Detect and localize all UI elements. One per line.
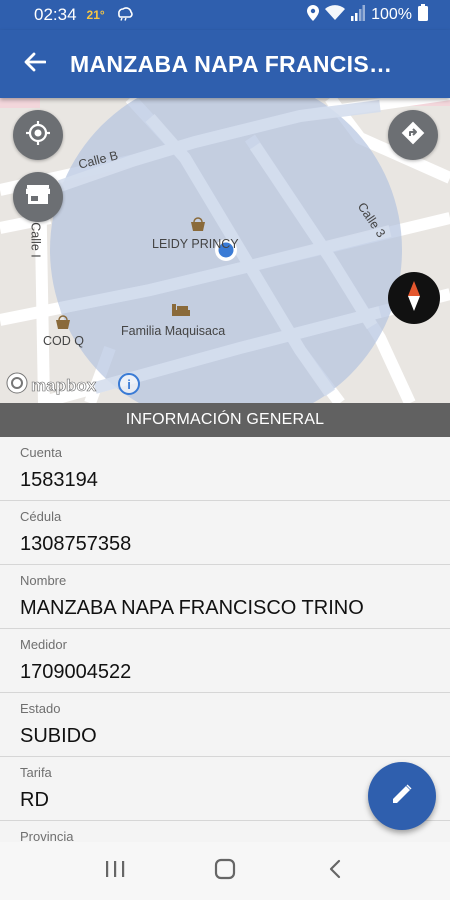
edit-pencil-icon [390, 782, 414, 811]
field-value: SUBIDO [20, 725, 97, 747]
mapbox-wordmark: mapbox [31, 375, 97, 395]
compass-button[interactable] [388, 272, 440, 324]
system-nav-bar [0, 842, 450, 900]
wifi-icon [325, 4, 346, 26]
field-label: Provincia [20, 829, 74, 841]
map-info-button[interactable]: i [118, 373, 140, 395]
field-label: Cédula [20, 509, 62, 524]
store-icon [26, 184, 50, 211]
field-cedula: Cédula 1308757358 [0, 501, 450, 565]
page-title: MANZABA NAPA FRANCISCO TRINO [70, 50, 400, 77]
back-icon [328, 859, 342, 884]
field-label: Tarifa [20, 765, 52, 780]
app-bar: MANZABA NAPA FRANCISCO TRINO [0, 30, 450, 98]
place-label-familia: Familia Maquisaca [121, 324, 226, 338]
back-button[interactable] [0, 30, 70, 98]
my-location-button[interactable] [13, 110, 63, 160]
directions-button[interactable] [388, 110, 438, 160]
location-icon [307, 4, 320, 26]
nav-back-button[interactable] [305, 851, 365, 891]
battery-percent: 100% [371, 6, 412, 23]
field-value: 1583194 [20, 469, 98, 491]
map-view[interactable]: Calle B Calle 3 Calle I LEIDY PRINCY Fam… [0, 98, 450, 403]
mapbox-icon [6, 372, 28, 399]
field-estado: Estado SUBIDO [0, 693, 450, 757]
field-cuenta: Cuenta 1583194 [0, 437, 450, 501]
field-value: 1308757358 [20, 533, 132, 555]
field-medidor: Medidor 1709004522 [0, 629, 450, 693]
arrow-back-icon [24, 52, 47, 77]
field-label: Medidor [20, 637, 67, 652]
recent-apps-button[interactable] [85, 851, 145, 891]
compass-icon [404, 280, 424, 316]
my-location-icon [25, 120, 51, 151]
field-label: Estado [20, 701, 61, 716]
home-button[interactable] [195, 851, 255, 891]
weather-icon [115, 5, 133, 26]
directions-icon [401, 121, 425, 150]
field-value: 1709004522 [20, 661, 132, 683]
signal-icon [351, 4, 366, 26]
status-temperature: 21° [86, 8, 105, 22]
edit-button[interactable] [368, 762, 436, 830]
place-label-leidy: LEIDY PRINCY [152, 237, 239, 251]
field-label: Cuenta [20, 445, 62, 460]
status-time: 02:34 [34, 5, 77, 24]
recent-apps-icon [104, 860, 126, 883]
mapbox-logo: mapbox [6, 372, 96, 399]
field-value: MANZABA NAPA FRANCISCO TRINO [20, 597, 364, 619]
status-bar: 02:34 21° 100% [0, 0, 450, 30]
home-icon [214, 858, 236, 885]
field-label: Nombre [20, 573, 67, 588]
field-nombre: Nombre MANZABA NAPA FRANCISCO TRINO [0, 565, 450, 629]
store-button[interactable] [13, 172, 63, 222]
battery-icon [418, 4, 428, 26]
street-label-calle-i: Calle I [28, 222, 43, 258]
section-header: INFORMACIÓN GENERAL [0, 403, 450, 437]
place-label-cod: COD Q [43, 334, 84, 348]
